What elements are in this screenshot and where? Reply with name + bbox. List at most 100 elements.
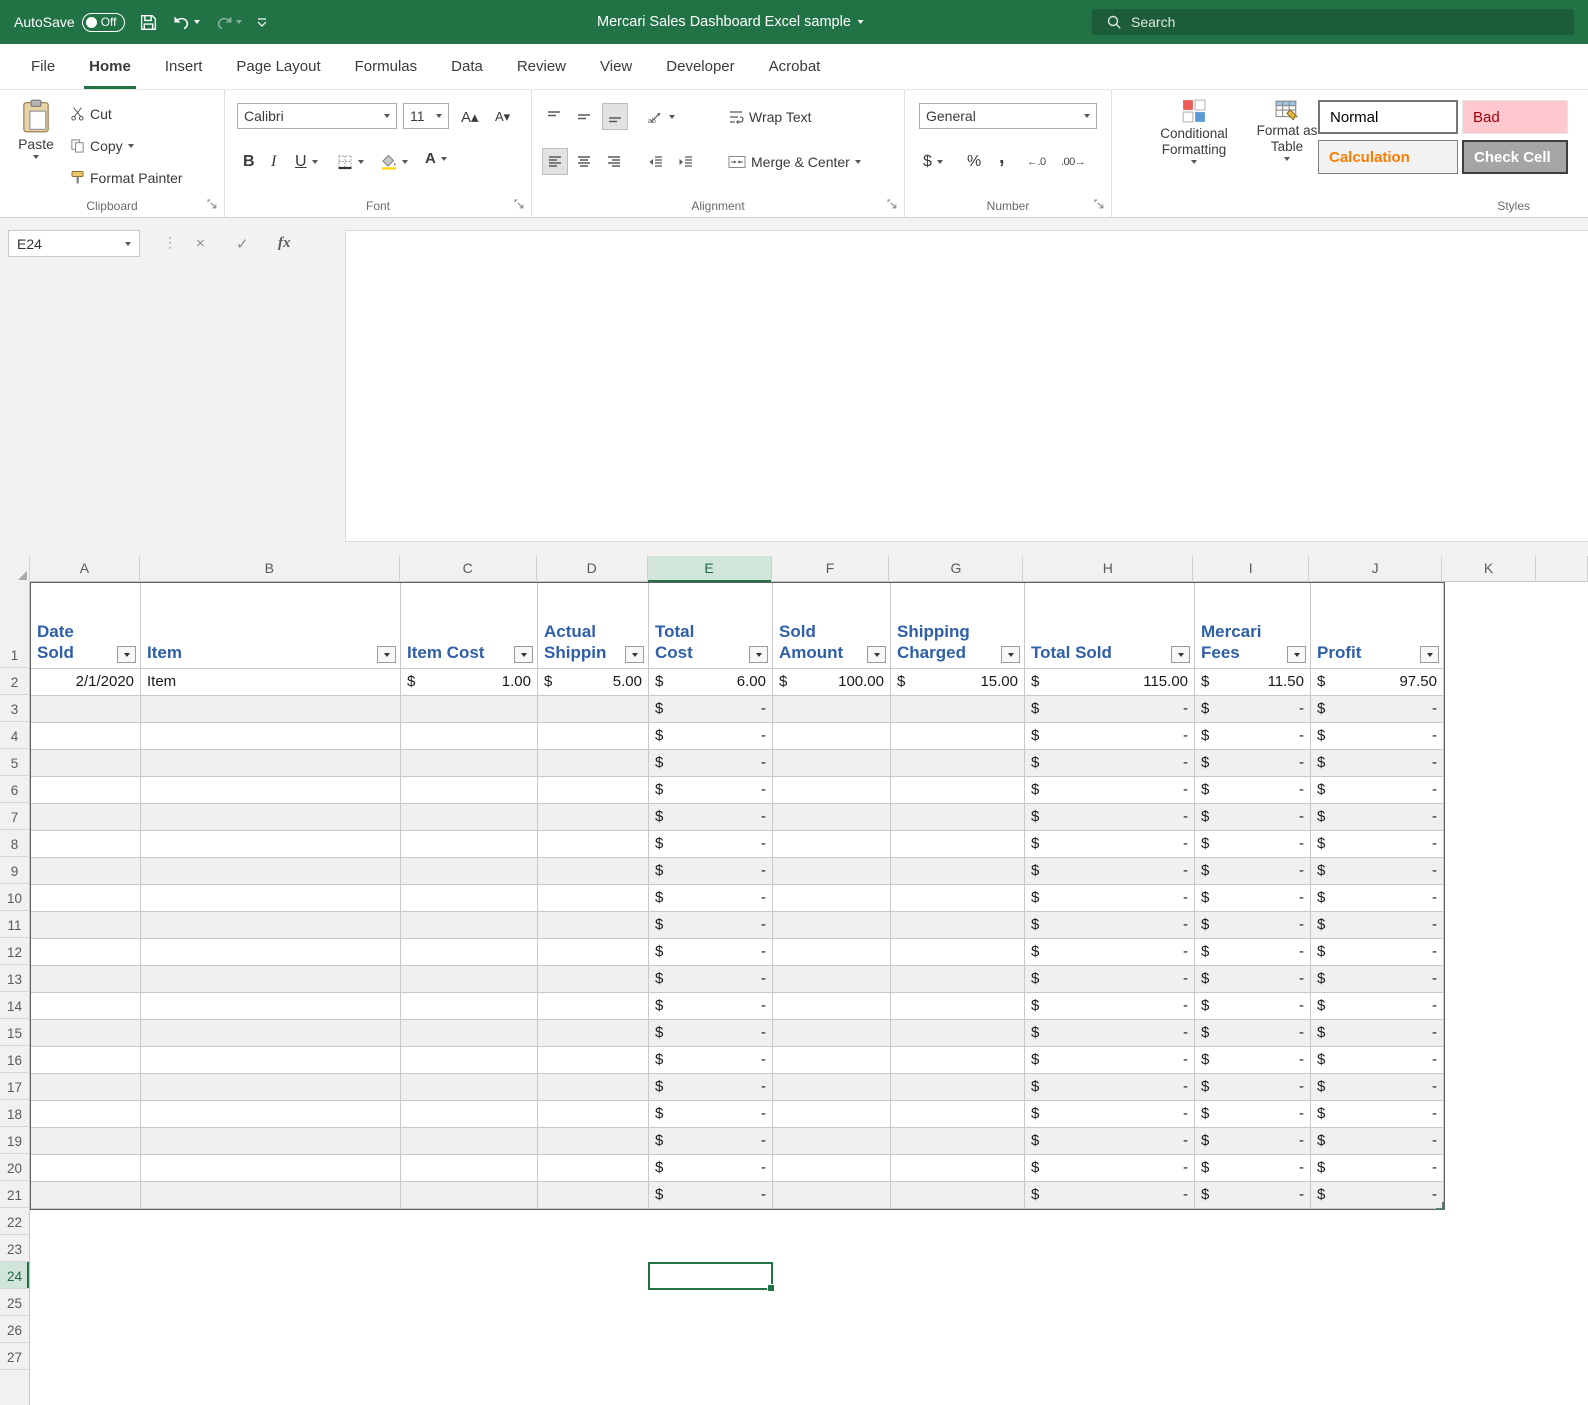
cell-B7[interactable] bbox=[141, 804, 401, 831]
cell-B8[interactable] bbox=[141, 831, 401, 858]
cell-A7[interactable] bbox=[31, 804, 141, 831]
search-box[interactable]: Search bbox=[1092, 9, 1574, 35]
cell-F12[interactable] bbox=[773, 939, 891, 966]
cell-H12[interactable]: $- bbox=[1025, 939, 1195, 966]
cell-B9[interactable] bbox=[141, 858, 401, 885]
orientation-button[interactable]: ab bbox=[644, 103, 679, 130]
cell-E3[interactable]: $- bbox=[649, 696, 773, 723]
undo-button[interactable] bbox=[172, 13, 200, 31]
align-left-button[interactable] bbox=[542, 148, 568, 175]
cell-B3[interactable] bbox=[141, 696, 401, 723]
cell-E17[interactable]: $- bbox=[649, 1074, 773, 1101]
tab-acrobat[interactable]: Acrobat bbox=[752, 44, 838, 89]
cell-D17[interactable] bbox=[538, 1074, 649, 1101]
cell-A17[interactable] bbox=[31, 1074, 141, 1101]
row-header-6[interactable]: 6 bbox=[0, 776, 29, 803]
cell-H15[interactable]: $- bbox=[1025, 1020, 1195, 1047]
row-header-8[interactable]: 8 bbox=[0, 830, 29, 857]
cell-G18[interactable] bbox=[891, 1101, 1025, 1128]
cell-J19[interactable]: $- bbox=[1311, 1128, 1444, 1155]
cell-J7[interactable]: $- bbox=[1311, 804, 1444, 831]
tab-home[interactable]: Home bbox=[72, 44, 148, 89]
cell-G3[interactable] bbox=[891, 696, 1025, 723]
save-button[interactable] bbox=[139, 13, 158, 32]
cell-G21[interactable] bbox=[891, 1182, 1025, 1209]
cell-A3[interactable] bbox=[31, 696, 141, 723]
cell-I12[interactable]: $- bbox=[1195, 939, 1311, 966]
cell-B13[interactable] bbox=[141, 966, 401, 993]
cell-F21[interactable] bbox=[773, 1182, 891, 1209]
cell-I15[interactable]: $- bbox=[1195, 1020, 1311, 1047]
cell-I13[interactable]: $- bbox=[1195, 966, 1311, 993]
filter-button-J[interactable] bbox=[1420, 646, 1439, 663]
cell-D3[interactable] bbox=[538, 696, 649, 723]
cell-style-bad[interactable]: Bad bbox=[1462, 100, 1568, 134]
cell-I17[interactable]: $- bbox=[1195, 1074, 1311, 1101]
column-header-D[interactable]: D bbox=[537, 556, 648, 582]
cell-H19[interactable]: $- bbox=[1025, 1128, 1195, 1155]
cell-F6[interactable] bbox=[773, 777, 891, 804]
cell-A9[interactable] bbox=[31, 858, 141, 885]
cell-G8[interactable] bbox=[891, 831, 1025, 858]
align-bottom-button[interactable] bbox=[602, 103, 628, 130]
filter-button-D[interactable] bbox=[625, 646, 644, 663]
header-cell-F1[interactable]: SoldAmount bbox=[773, 583, 891, 669]
column-header-H[interactable]: H bbox=[1023, 556, 1193, 582]
row-header-7[interactable]: 7 bbox=[0, 803, 29, 830]
cell-I21[interactable]: $- bbox=[1195, 1182, 1311, 1209]
row-header-11[interactable]: 11 bbox=[0, 911, 29, 938]
cell-I19[interactable]: $- bbox=[1195, 1128, 1311, 1155]
header-cell-I1[interactable]: MercariFees bbox=[1195, 583, 1311, 669]
cell-A6[interactable] bbox=[31, 777, 141, 804]
cell-D14[interactable] bbox=[538, 993, 649, 1020]
cell-I3[interactable]: $- bbox=[1195, 696, 1311, 723]
cell-style-calculation[interactable]: Calculation bbox=[1318, 140, 1458, 174]
cell-G14[interactable] bbox=[891, 993, 1025, 1020]
cell-H10[interactable]: $- bbox=[1025, 885, 1195, 912]
row-header-25[interactable]: 25 bbox=[0, 1289, 29, 1316]
cell-J2[interactable]: $97.50 bbox=[1311, 669, 1444, 696]
row-header-1[interactable]: 1 bbox=[0, 582, 29, 668]
accounting-format-button[interactable]: $ bbox=[919, 148, 947, 175]
row-header-3[interactable]: 3 bbox=[0, 695, 29, 722]
cell-J10[interactable]: $- bbox=[1311, 885, 1444, 912]
cell-I16[interactable]: $- bbox=[1195, 1047, 1311, 1074]
column-header-I[interactable]: I bbox=[1193, 556, 1309, 582]
cell-C16[interactable] bbox=[401, 1047, 538, 1074]
cell-C19[interactable] bbox=[401, 1128, 538, 1155]
cell-H13[interactable]: $- bbox=[1025, 966, 1195, 993]
cell-C3[interactable] bbox=[401, 696, 538, 723]
cell-G10[interactable] bbox=[891, 885, 1025, 912]
row-header-9[interactable]: 9 bbox=[0, 857, 29, 884]
column-header-overflow[interactable] bbox=[1536, 556, 1588, 582]
font-color-button[interactable]: A bbox=[421, 145, 451, 172]
decrease-indent-button[interactable] bbox=[644, 148, 668, 175]
cell-B11[interactable] bbox=[141, 912, 401, 939]
cell-H21[interactable]: $- bbox=[1025, 1182, 1195, 1209]
cell-H18[interactable]: $- bbox=[1025, 1101, 1195, 1128]
wrap-text-button[interactable]: Wrap Text bbox=[724, 103, 816, 130]
increase-font-button[interactable]: A▴ bbox=[457, 103, 483, 130]
enter-button[interactable]: ✓ bbox=[236, 230, 249, 257]
cut-button[interactable]: Cut bbox=[66, 100, 116, 127]
row-header-21[interactable]: 21 bbox=[0, 1181, 29, 1208]
column-header-E[interactable]: E bbox=[648, 556, 772, 582]
cell-J18[interactable]: $- bbox=[1311, 1101, 1444, 1128]
cell-J11[interactable]: $- bbox=[1311, 912, 1444, 939]
cell-D19[interactable] bbox=[538, 1128, 649, 1155]
cell-F20[interactable] bbox=[773, 1155, 891, 1182]
cell-C7[interactable] bbox=[401, 804, 538, 831]
cell-B16[interactable] bbox=[141, 1047, 401, 1074]
cell-D11[interactable] bbox=[538, 912, 649, 939]
cell-I14[interactable]: $- bbox=[1195, 993, 1311, 1020]
select-all-button[interactable] bbox=[0, 556, 30, 582]
increase-indent-button[interactable] bbox=[674, 148, 698, 175]
name-box[interactable]: E24 bbox=[8, 230, 140, 257]
row-header-24[interactable]: 24 bbox=[0, 1262, 29, 1289]
cell-E5[interactable]: $- bbox=[649, 750, 773, 777]
cell-A2[interactable]: 2/1/2020 bbox=[31, 669, 141, 696]
row-header-16[interactable]: 16 bbox=[0, 1046, 29, 1073]
cell-A20[interactable] bbox=[31, 1155, 141, 1182]
cell-C9[interactable] bbox=[401, 858, 538, 885]
cell-H11[interactable]: $- bbox=[1025, 912, 1195, 939]
